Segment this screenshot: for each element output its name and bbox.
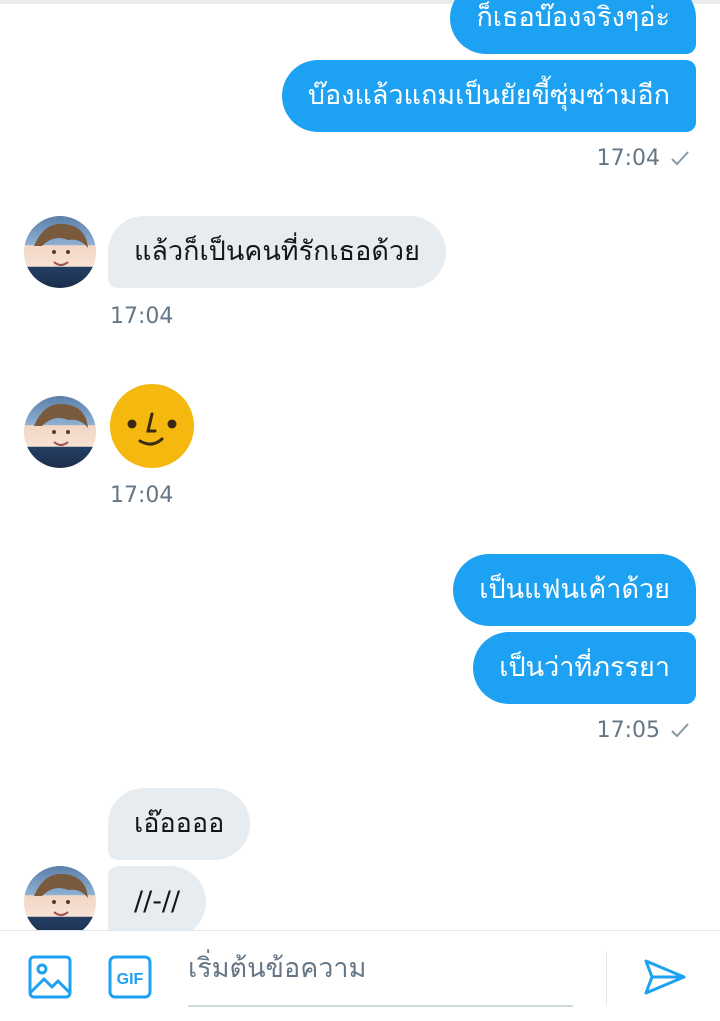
message-timestamp: 17:04: [110, 304, 173, 329]
message-text: แล้วก็เป็นคนที่รักเธอด้วย: [134, 236, 420, 267]
timestamp-text: 17:04: [110, 304, 174, 329]
outgoing-message-bubble[interactable]: เป็นว่าที่ภรรยา: [473, 632, 696, 704]
image-icon[interactable]: [26, 953, 74, 1001]
timestamp-text: 17:05: [596, 718, 660, 743]
avatar-image: [34, 223, 88, 266]
timestamp-text: 17:04: [110, 483, 174, 508]
incoming-message-bubble[interactable]: แล้วก็เป็นคนที่รักเธอด้วย: [108, 216, 446, 288]
send-icon[interactable]: [640, 953, 688, 1001]
message-text: เอ๊ออออ: [134, 808, 225, 839]
gif-icon[interactable]: GIF: [106, 953, 154, 1001]
message-input[interactable]: [188, 931, 573, 1005]
avatar-image: [34, 403, 88, 446]
incoming-message-bubble[interactable]: //-//: [108, 866, 207, 930]
outgoing-message-bubble[interactable]: บ๊องแล้วแถมเป็นยัยขี้ซุ่มซ่ามอีก: [281, 60, 696, 132]
message-text: เป็นแฟนเค้าด้วย: [479, 574, 670, 605]
conversation-thread: ก็เธอบ๊องจริงๆอ่ะ บ๊องแล้วแถมเป็นยัยขี้ซ…: [0, 0, 720, 930]
message-timestamp: 17:04: [110, 483, 173, 508]
message-timestamp: 17:04: [597, 146, 690, 171]
message-text: ก็เธอบ๊องจริงๆอ่ะ: [476, 2, 670, 33]
outgoing-message-bubble[interactable]: เป็นแฟนเค้าด้วย: [453, 554, 696, 626]
message-text: //-//: [134, 886, 181, 917]
emoji-face: [127, 412, 177, 446]
message-composer: GIF: [0, 930, 720, 1021]
avatar-image: [34, 873, 88, 916]
gif-label: GIF: [117, 971, 144, 988]
message-text: บ๊องแล้วแถมเป็นยัยขี้ซุ่มซ่ามอีก: [307, 80, 670, 111]
outgoing-message-bubble[interactable]: ก็เธอบ๊องจริงๆอ่ะ: [450, 0, 696, 54]
sent-check-icon: [671, 723, 689, 738]
user-avatar[interactable]: [24, 216, 96, 288]
message-input-wrapper: [188, 931, 573, 1007]
composer-divider: [606, 951, 607, 1005]
timestamp-text: 17:04: [596, 146, 660, 171]
user-avatar[interactable]: [24, 866, 96, 930]
slightly-smiling-face-emoji[interactable]: [110, 384, 194, 468]
message-timestamp: 17:05: [597, 718, 690, 743]
message-text: เป็นว่าที่ภรรยา: [499, 652, 670, 683]
user-avatar[interactable]: [24, 396, 96, 468]
sent-check-icon: [671, 151, 689, 166]
incoming-message-bubble[interactable]: เอ๊ออออ: [108, 788, 251, 860]
